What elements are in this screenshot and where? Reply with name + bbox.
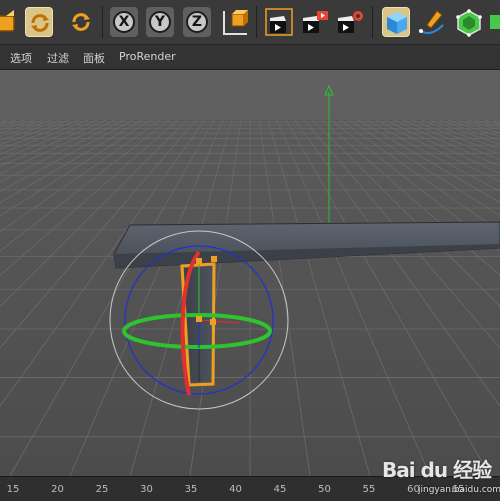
render-view-button[interactable] bbox=[264, 7, 293, 37]
cube-primitive-button[interactable] bbox=[382, 7, 410, 37]
gizmo-handle[interactable] bbox=[196, 316, 202, 322]
gizmo-handle[interactable] bbox=[196, 258, 202, 264]
coordinate-system-icon bbox=[223, 10, 248, 35]
cube-primitive-icon bbox=[387, 12, 407, 34]
scale-tool-button[interactable] bbox=[0, 7, 20, 37]
main-toolbar: X Y Z bbox=[0, 0, 500, 45]
baidu-logo: Bai du 经验 bbox=[382, 458, 492, 482]
timeline-tick-label: 25 bbox=[95, 484, 109, 495]
rotate-icon bbox=[72, 13, 90, 31]
timeline-tick-label: 55 bbox=[362, 484, 376, 495]
render-to-picture-viewer-button[interactable] bbox=[299, 7, 328, 37]
gizmo-handle[interactable] bbox=[211, 256, 217, 262]
pen-spline-button[interactable] bbox=[417, 7, 445, 37]
timeline-tick-label: 30 bbox=[140, 484, 153, 495]
toolbar-separator bbox=[256, 6, 257, 38]
toolbar-separator bbox=[372, 6, 373, 38]
axis-x-lock-icon: X bbox=[113, 11, 135, 33]
axis-y-lock-button[interactable]: Y bbox=[146, 7, 174, 37]
render-view-icon bbox=[265, 8, 293, 36]
subdivision-generator-button[interactable] bbox=[454, 7, 482, 37]
timeline-tick-label: 45 bbox=[273, 484, 287, 495]
viewport-menubar: 选项 过滤 面板 ProRender bbox=[0, 45, 500, 70]
rotate-icon bbox=[31, 14, 49, 32]
watermark-site: jingyan.baidu.com bbox=[418, 485, 500, 495]
axis-z-lock-icon: Z bbox=[186, 11, 208, 33]
timeline-tick-label: 35 bbox=[184, 484, 198, 495]
menu-filter[interactable]: 过滤 bbox=[47, 50, 69, 66]
pen-spline-icon bbox=[419, 10, 444, 34]
axis-z-lock-button[interactable]: Z bbox=[183, 7, 211, 37]
axis-y-lock-icon: Y bbox=[149, 11, 171, 33]
menu-prorender[interactable]: ProRender bbox=[119, 50, 176, 63]
rotate-tool-button[interactable] bbox=[25, 7, 53, 37]
menu-options[interactable]: 选项 bbox=[10, 50, 32, 66]
timeline-tick-label: 50 bbox=[318, 484, 331, 495]
axis-x-lock-button[interactable]: X bbox=[110, 7, 138, 37]
timeline-tick-label: 15 bbox=[6, 484, 20, 495]
render-picture-viewer-icon bbox=[303, 11, 328, 33]
render-settings-button[interactable] bbox=[334, 7, 363, 37]
3d-viewport[interactable] bbox=[0, 70, 500, 476]
timeline-tick-label: 20 bbox=[51, 484, 64, 495]
array-button[interactable] bbox=[488, 7, 500, 37]
gizmo-handle[interactable] bbox=[210, 319, 216, 325]
menu-panel[interactable]: 面板 bbox=[83, 50, 105, 66]
coordinate-system-button[interactable] bbox=[220, 7, 248, 37]
render-settings-icon bbox=[338, 11, 363, 33]
toolbar-separator bbox=[102, 6, 103, 38]
array-icon bbox=[490, 15, 500, 29]
timeline-tick-label: 40 bbox=[229, 484, 242, 495]
subdivision-generator-icon bbox=[456, 9, 482, 37]
baidu-jingyan-watermark: Bai du 经验 jingyan.baidu.com bbox=[378, 452, 500, 500]
scale-icon bbox=[0, 10, 15, 32]
rotate-object-button[interactable] bbox=[67, 7, 95, 37]
